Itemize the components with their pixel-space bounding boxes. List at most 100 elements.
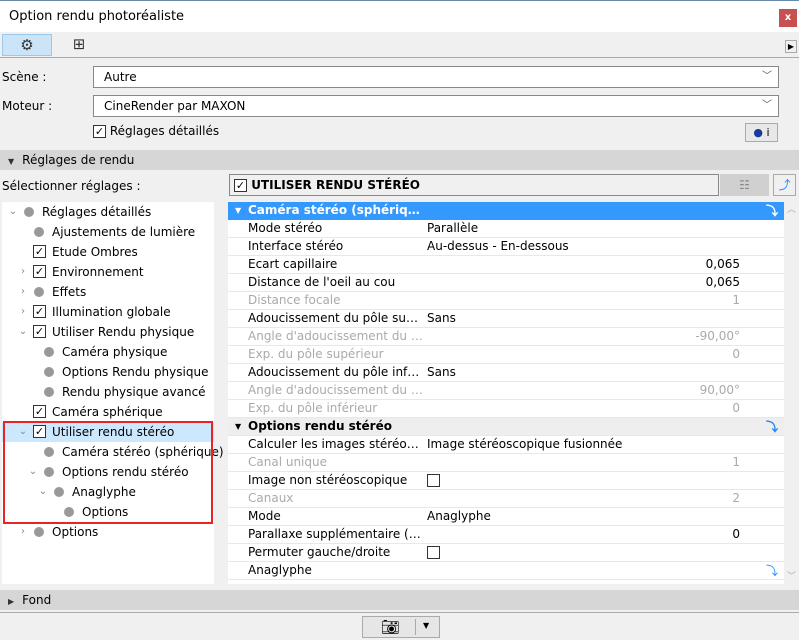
property-label: Permuter gauche/droite: [248, 545, 391, 559]
group-header[interactable]: ▼ Options rendu stéréo ⤵: [228, 418, 784, 436]
property-value[interactable]: Sans: [427, 310, 456, 327]
property-label: Canal unique: [248, 455, 327, 469]
background-section[interactable]: ▶ Fond: [0, 590, 799, 610]
group-header[interactable]: ▼ Caméra stéréo (sphérique) ⤵: [228, 202, 784, 220]
property-row[interactable]: Adoucissement du pôle supérieur Sans: [228, 310, 784, 328]
property-grid[interactable]: ▼ Caméra stéréo (sphérique) ⤵ Mode stéréo Pa…: [228, 202, 784, 584]
property-number[interactable]: 0,065: [706, 256, 740, 273]
property-label: Adoucissement du pôle supérieur: [248, 311, 423, 325]
property-row[interactable]: Anaglyphe ⤵: [228, 562, 784, 580]
property-row[interactable]: Distance de l'oeil au cou 0,065: [228, 274, 784, 292]
property-row[interactable]: Distance focale 1: [228, 292, 784, 310]
property-row[interactable]: Adoucissement du pôle inférieur Sans: [228, 364, 784, 382]
detailed-settings-checkbox[interactable]: ✓ Réglages détaillés: [93, 124, 219, 138]
engine-info-button[interactable]: ● i: [745, 123, 778, 142]
checkbox-unchecked[interactable]: [427, 474, 440, 487]
property-row[interactable]: Exp. du pôle supérieur 0: [228, 346, 784, 364]
chevron-down-icon: ﹀: [762, 71, 772, 82]
tab-settings[interactable]: ⚙: [2, 34, 52, 56]
checkbox-checked[interactable]: ✓: [33, 325, 46, 338]
property-value[interactable]: Sans: [427, 364, 456, 381]
chevron-down-icon[interactable]: ⌄: [18, 322, 28, 342]
scene-value: Autre: [104, 70, 137, 84]
checkbox-unchecked[interactable]: [427, 546, 440, 559]
property-row[interactable]: Angle d'adoucissement du pôle inférieur 9…: [228, 382, 784, 400]
property-row[interactable]: Mode Anaglyphe: [228, 508, 784, 526]
property-row[interactable]: Interface stéréo Au-dessus - En-dessous: [228, 238, 784, 256]
property-number[interactable]: 2: [732, 490, 740, 507]
property-row[interactable]: Image non stéréoscopique: [228, 472, 784, 490]
chevron-right-icon[interactable]: ›: [18, 302, 28, 322]
tree-item[interactable]: › ✓ Illumination globale: [2, 302, 214, 322]
property-row[interactable]: Canal unique 1: [228, 454, 784, 472]
scroll-up-icon[interactable]: ︿: [785, 202, 798, 215]
property-row[interactable]: Calculer les images stéréoscopiques Image…: [228, 436, 784, 454]
property-number[interactable]: 0: [732, 400, 740, 417]
property-row[interactable]: Permuter gauche/droite: [228, 544, 784, 562]
tree-item-label: Caméra sphérique: [52, 405, 163, 419]
status-dot-icon: [44, 387, 54, 397]
settings-tree[interactable]: ⌄ Réglages détaillés Ajustements de lumièr…: [2, 202, 224, 584]
chevron-right-icon[interactable]: ›: [18, 262, 28, 282]
property-row[interactable]: Exp. du pôle inférieur 0: [228, 400, 784, 418]
property-label: Distance de l'oeil au cou: [248, 275, 396, 289]
export-button[interactable]: ⤴: [773, 174, 796, 196]
tree-item[interactable]: › Effets: [2, 282, 214, 302]
scene-select[interactable]: Autre ﹀: [93, 66, 779, 88]
settings-list-icon[interactable]: ⤵: [766, 203, 778, 220]
tree-item[interactable]: Rendu physique avancé: [2, 382, 214, 402]
property-row[interactable]: Canaux 2: [228, 490, 784, 508]
property-row[interactable]: Mode stéréo Parallèle: [228, 220, 784, 238]
triangle-down-icon: ▼: [235, 206, 242, 215]
chevron-right-icon[interactable]: ›: [18, 522, 28, 542]
property-value[interactable]: Au-dessus - En-dessous: [427, 238, 569, 255]
expand-button[interactable]: ▶: [785, 40, 797, 53]
checkbox-checked[interactable]: ✓: [33, 305, 46, 318]
chevron-right-icon[interactable]: ›: [18, 282, 28, 302]
checkbox-checked[interactable]: ✓: [33, 405, 46, 418]
tree-item[interactable]: ⌄ ✓ Utiliser Rendu physique: [2, 322, 214, 342]
settings-list-icon[interactable]: ⤵: [766, 563, 778, 580]
chevron-down-icon[interactable]: ⌄: [8, 202, 18, 222]
scrollbar[interactable]: ︿ ﹀: [785, 202, 798, 584]
settings-list-icon[interactable]: ⤵: [766, 419, 778, 436]
engine-select[interactable]: CineRender par MAXON ﹀: [93, 95, 779, 117]
list-view-button[interactable]: ☷: [720, 174, 769, 196]
tree-item[interactable]: Options Rendu physique: [2, 362, 214, 382]
property-number[interactable]: 1: [732, 292, 740, 309]
property-number[interactable]: 0: [732, 526, 740, 543]
triangle-down-icon: ▼: [8, 157, 15, 166]
gear-icon: ⚙: [20, 36, 34, 54]
property-value[interactable]: Parallèle: [427, 220, 478, 237]
tree-item[interactable]: Ajustements de lumière: [2, 222, 214, 242]
checkbox-checked[interactable]: ✓: [93, 125, 106, 138]
property-row[interactable]: Angle d'adoucissement du pôle supérieur -…: [228, 328, 784, 346]
checkbox-checked[interactable]: ✓: [33, 245, 46, 258]
stereo-toggle[interactable]: ✓ UTILISER RENDU STÉRÉO: [229, 174, 719, 196]
property-row[interactable]: Ecart capillaire 0,065: [228, 256, 784, 274]
checkbox-checked[interactable]: ✓: [234, 179, 247, 192]
property-number[interactable]: 90,00°: [700, 382, 740, 399]
render-settings-section[interactable]: ▼ Réglages de rendu: [0, 150, 799, 170]
property-number[interactable]: 0: [732, 346, 740, 363]
scene-label: Scène :: [2, 70, 47, 84]
tree-item[interactable]: ⌄ Réglages détaillés: [2, 202, 214, 222]
property-value[interactable]: Image stéréoscopique fusionnée: [427, 436, 622, 453]
tree-item[interactable]: ✓ Caméra sphérique: [2, 402, 214, 422]
property-number[interactable]: -90,00°: [695, 328, 740, 345]
tree-item[interactable]: › Options: [2, 522, 214, 542]
dropdown-arrow-icon[interactable]: ▼: [423, 621, 429, 630]
property-label: Image non stéréoscopique: [248, 473, 408, 487]
checkbox-checked[interactable]: ✓: [33, 265, 46, 278]
property-number[interactable]: 0,065: [706, 274, 740, 291]
tree-item[interactable]: ✓ Etude Ombres: [2, 242, 214, 262]
tree-item[interactable]: › ✓ Environnement: [2, 262, 214, 282]
tab-view[interactable]: ⊞: [54, 34, 104, 56]
property-number[interactable]: 1: [732, 454, 740, 471]
property-value[interactable]: Anaglyphe: [427, 508, 491, 525]
scroll-down-icon[interactable]: ﹀: [785, 569, 798, 582]
property-row[interactable]: Parallaxe supplémentaire (pixel) 0: [228, 526, 784, 544]
close-button[interactable]: x: [779, 9, 797, 27]
tree-item[interactable]: Caméra physique: [2, 342, 214, 362]
render-button[interactable]: 📷︎ ▼: [362, 616, 440, 638]
